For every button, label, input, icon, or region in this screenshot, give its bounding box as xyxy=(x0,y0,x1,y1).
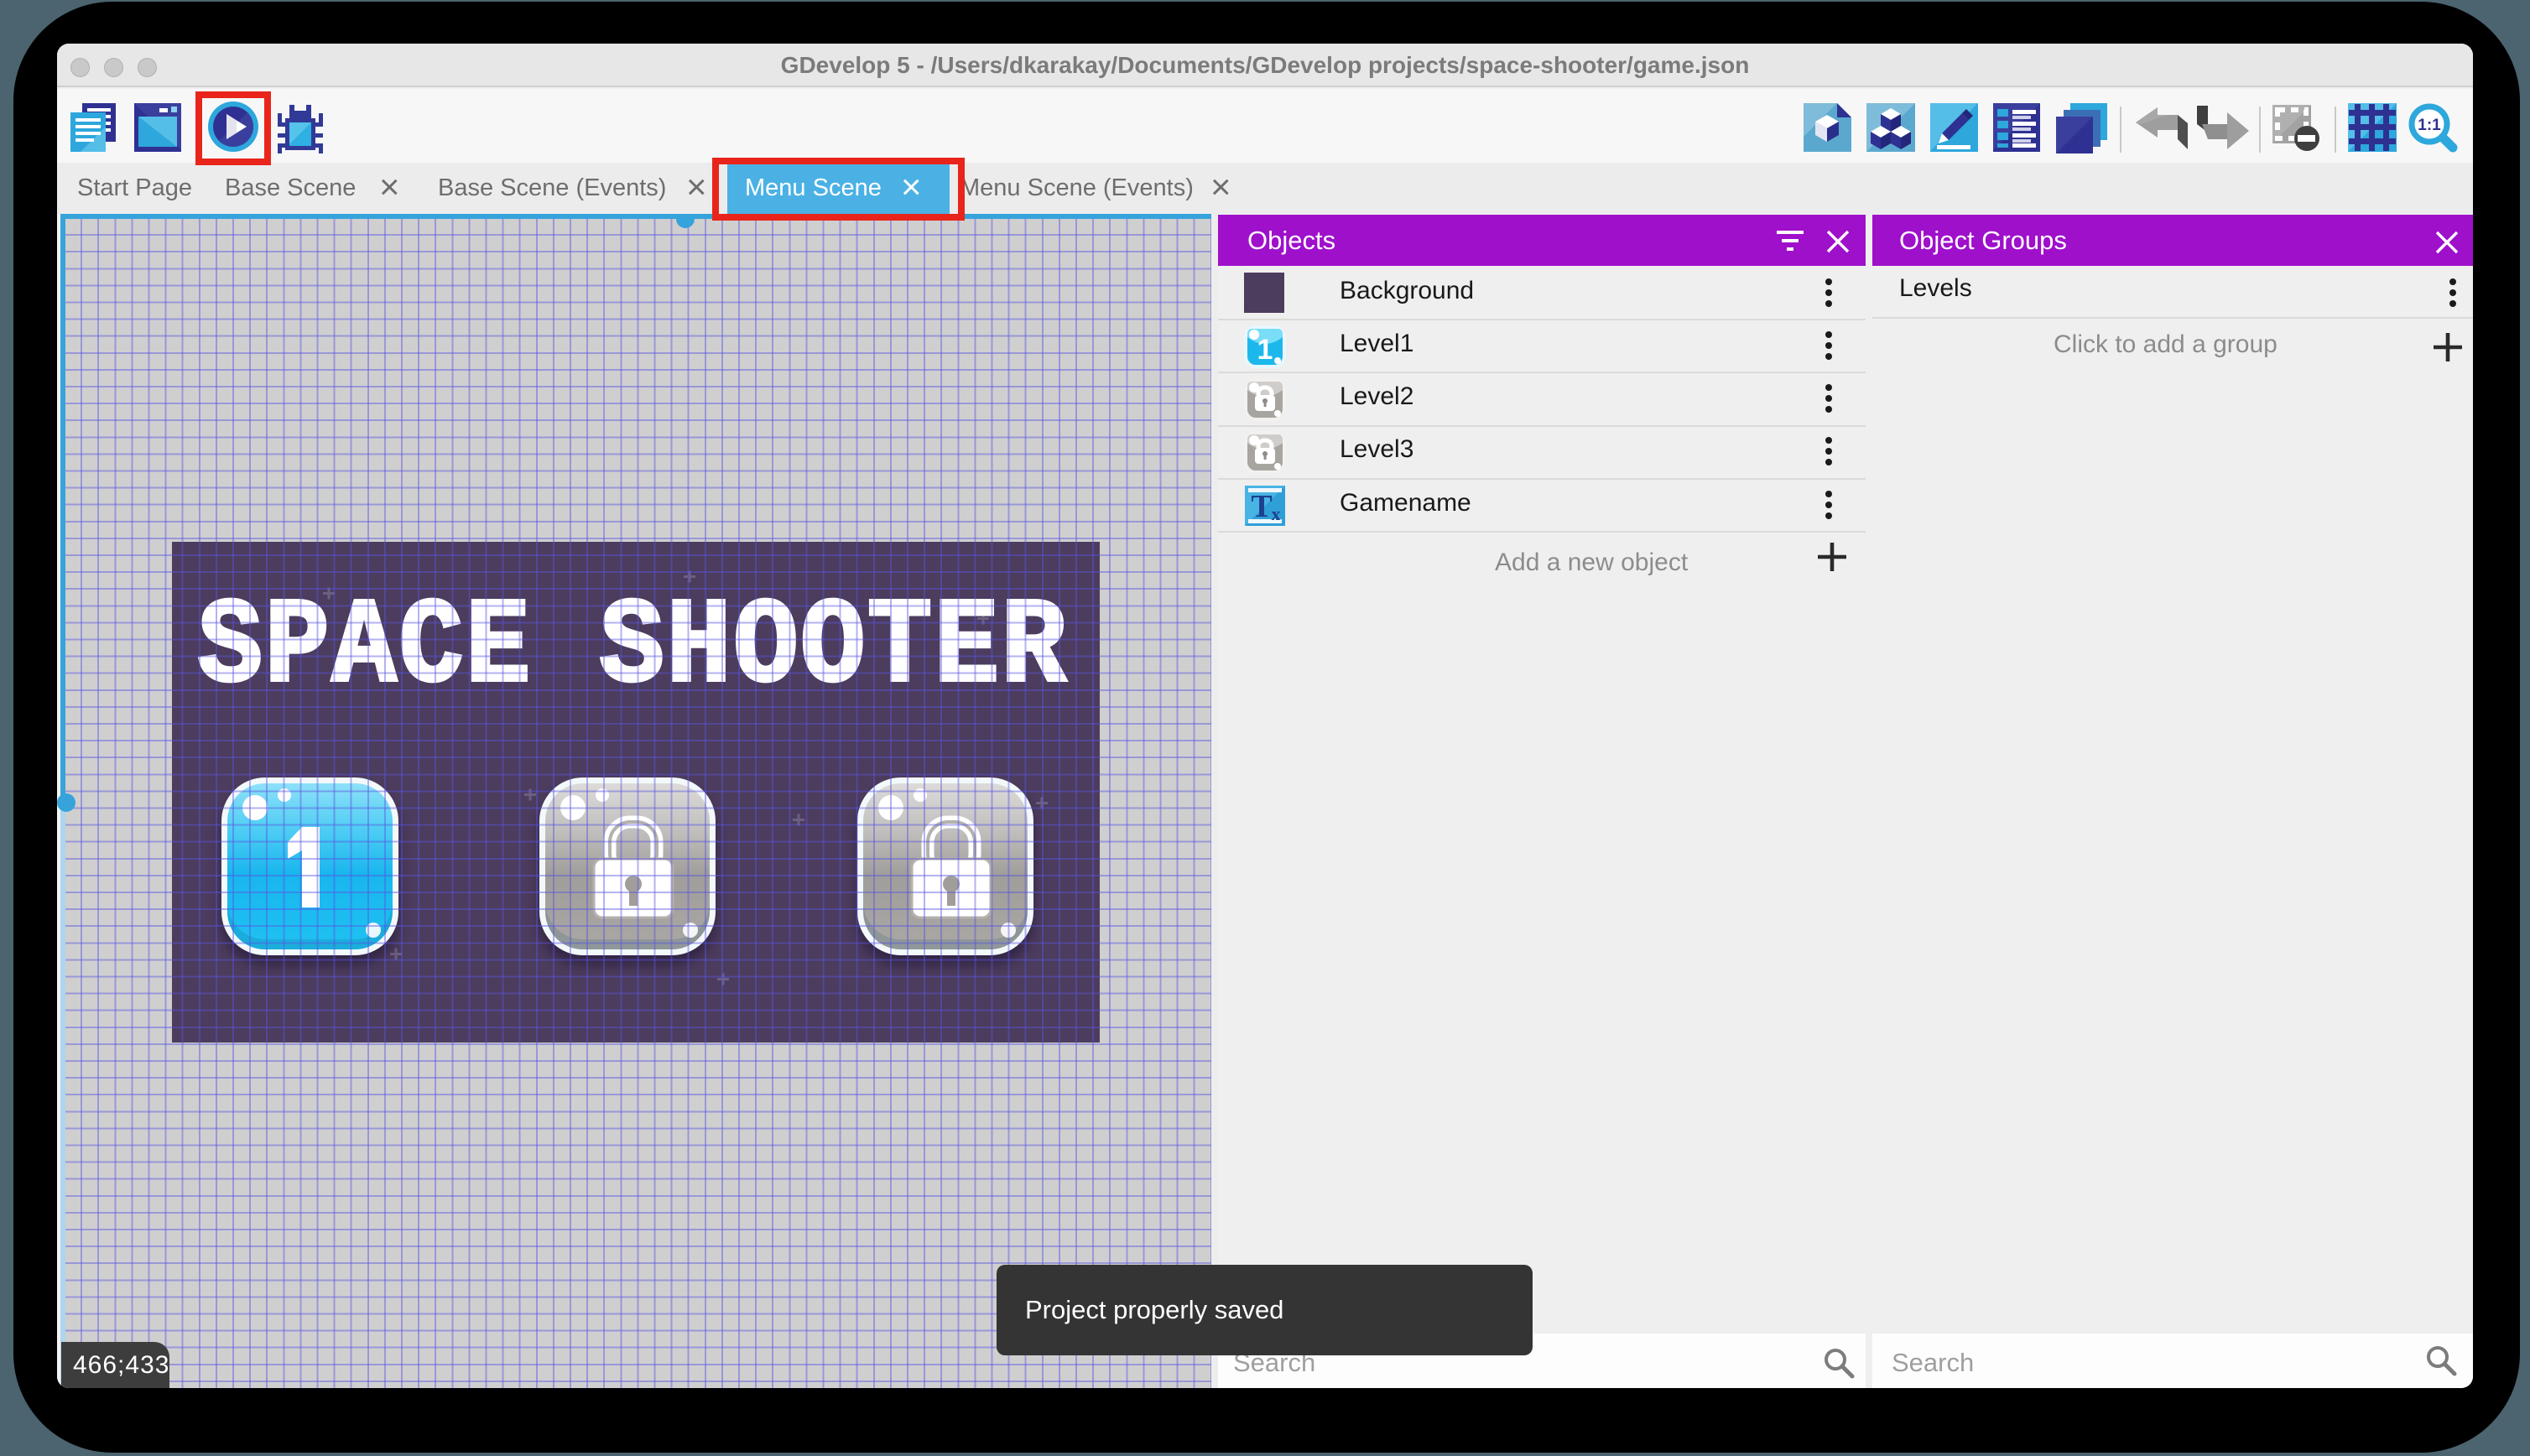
svg-text:1: 1 xyxy=(1257,334,1273,366)
svg-text:x: x xyxy=(1272,503,1281,524)
svg-text:1:1: 1:1 xyxy=(2418,117,2441,134)
svg-text:T: T xyxy=(1251,489,1272,524)
